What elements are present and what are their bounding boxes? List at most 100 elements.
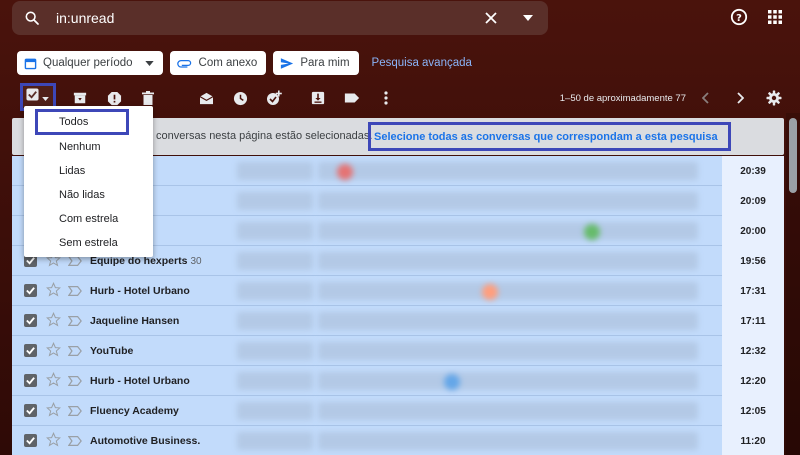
to-me-filter-chip[interactable]: Para mim bbox=[273, 51, 359, 75]
to-me-filter-label: Para mim bbox=[300, 57, 350, 69]
email-sender: Hurb - Hotel Urbano bbox=[90, 375, 190, 387]
important-marker-icon[interactable] bbox=[67, 314, 82, 332]
select-menu-item[interactable]: Não lidas bbox=[24, 183, 153, 207]
checkbox-checked-icon bbox=[26, 88, 39, 106]
thread-count: 30 bbox=[190, 256, 202, 267]
email-time: 20:00 bbox=[722, 216, 784, 246]
calendar-icon bbox=[24, 57, 37, 70]
clear-search-icon[interactable] bbox=[474, 1, 508, 35]
star-icon[interactable] bbox=[46, 401, 61, 422]
important-marker-icon[interactable] bbox=[67, 284, 82, 302]
blurred-subject bbox=[237, 312, 313, 330]
blurred-snippet bbox=[318, 372, 698, 390]
blurred-subject bbox=[237, 372, 313, 390]
search-options-icon[interactable] bbox=[508, 1, 548, 35]
chevron-right-icon[interactable] bbox=[726, 84, 754, 112]
blurred-subject bbox=[237, 282, 313, 300]
select-dropdown-arrow-icon[interactable] bbox=[42, 88, 49, 106]
blurred-avatar bbox=[482, 284, 498, 300]
email-time: 17:11 bbox=[722, 306, 784, 336]
important-marker-icon[interactable] bbox=[67, 434, 82, 452]
email-sender: Fluency Academy bbox=[90, 405, 179, 417]
select-menu-item[interactable]: Lidas bbox=[24, 159, 153, 183]
star-icon[interactable] bbox=[46, 371, 61, 392]
email-row[interactable]: Hurb - Hotel Urbano 12:20 bbox=[12, 366, 784, 396]
select-menu-item[interactable]: Com estrela bbox=[24, 207, 153, 231]
blurred-snippet bbox=[318, 192, 698, 210]
blurred-snippet bbox=[318, 342, 698, 360]
blurred-subject bbox=[237, 222, 313, 240]
svg-text:?: ? bbox=[736, 13, 742, 24]
attachment-filter-chip[interactable]: Com anexo bbox=[169, 51, 267, 75]
blurred-subject bbox=[237, 192, 313, 210]
blurred-snippet bbox=[318, 282, 698, 300]
period-filter-chip[interactable]: Qualquer período bbox=[17, 51, 163, 75]
blurred-snippet bbox=[318, 252, 698, 270]
email-sender: Automotive Business. bbox=[90, 435, 201, 447]
help-icon[interactable]: ? bbox=[728, 6, 750, 28]
add-to-tasks-icon[interactable] bbox=[257, 83, 291, 113]
label-icon[interactable] bbox=[335, 83, 369, 113]
search-bar[interactable]: in:unread bbox=[12, 1, 548, 35]
email-row[interactable]: Jaqueline Hansen 17:11 bbox=[12, 306, 784, 336]
email-time: 20:39 bbox=[722, 156, 784, 186]
blurred-subject bbox=[237, 342, 313, 360]
email-sender: YouTube bbox=[90, 345, 134, 357]
apps-grid-icon[interactable] bbox=[764, 6, 786, 28]
important-marker-icon[interactable] bbox=[67, 344, 82, 362]
important-marker-icon[interactable] bbox=[67, 374, 82, 392]
blurred-snippet bbox=[318, 312, 698, 330]
email-time: 12:05 bbox=[722, 396, 784, 426]
attachment-icon bbox=[176, 58, 193, 68]
email-sender: Hurb - Hotel Urbano bbox=[90, 285, 190, 297]
row-checkbox[interactable] bbox=[24, 344, 37, 357]
pagination-range: 1–50 de aproximadamente 77 bbox=[559, 92, 686, 104]
select-menu-item[interactable]: Todos bbox=[35, 109, 129, 135]
select-menu-item[interactable]: Sem estrela bbox=[24, 231, 153, 255]
selection-banner-text: conversas nesta página estão selecionada… bbox=[156, 130, 373, 142]
email-row[interactable]: Hurb - Hotel Urbano 17:31 bbox=[12, 276, 784, 306]
blurred-snippet bbox=[318, 402, 698, 420]
blurred-subject bbox=[237, 162, 313, 180]
blurred-avatar bbox=[337, 164, 353, 180]
select-menu-item[interactable]: Nenhum bbox=[24, 135, 153, 159]
period-filter-label: Qualquer período bbox=[43, 57, 133, 69]
email-row[interactable]: YouTube 12:32 bbox=[12, 336, 784, 366]
row-checkbox[interactable] bbox=[24, 314, 37, 327]
row-checkbox[interactable] bbox=[24, 284, 37, 297]
move-to-icon[interactable] bbox=[301, 83, 335, 113]
star-icon[interactable] bbox=[46, 311, 61, 332]
star-icon[interactable] bbox=[46, 341, 61, 362]
mark-as-read-icon[interactable] bbox=[189, 83, 223, 113]
email-row[interactable]: Fluency Academy 12:05 bbox=[12, 396, 784, 426]
email-time: 12:32 bbox=[722, 336, 784, 366]
row-checkbox[interactable] bbox=[24, 434, 37, 447]
email-time: 20:09 bbox=[722, 186, 784, 216]
select-all-matching-link[interactable]: Selecione todas as conversas que corresp… bbox=[368, 122, 731, 151]
scrollbar[interactable] bbox=[786, 113, 800, 455]
email-row[interactable]: Automotive Business. 11:20 bbox=[12, 426, 784, 455]
email-time: 19:56 bbox=[722, 246, 784, 276]
row-checkbox[interactable] bbox=[24, 374, 37, 387]
star-icon[interactable] bbox=[46, 281, 61, 302]
scrollbar-thumb[interactable] bbox=[789, 118, 797, 193]
blurred-subject bbox=[237, 432, 313, 450]
important-marker-icon[interactable] bbox=[67, 404, 82, 422]
settings-gear-icon[interactable] bbox=[760, 84, 788, 112]
email-time: 12:20 bbox=[722, 366, 784, 396]
attachment-filter-label: Com anexo bbox=[198, 57, 258, 69]
select-dropdown-menu: Todos Nenhum Lidas Não lidas Com estrela Sem … bbox=[24, 106, 153, 257]
star-icon[interactable] bbox=[46, 431, 61, 452]
blurred-avatar bbox=[584, 224, 600, 240]
snooze-clock-icon[interactable] bbox=[223, 83, 257, 113]
send-icon bbox=[280, 57, 294, 70]
row-checkbox[interactable] bbox=[24, 404, 37, 417]
email-time: 17:31 bbox=[722, 276, 784, 306]
chevron-left-icon[interactable] bbox=[692, 84, 720, 112]
more-options-icon[interactable] bbox=[369, 83, 403, 113]
search-icon[interactable] bbox=[12, 1, 52, 35]
blurred-snippet bbox=[318, 162, 698, 180]
email-time: 11:20 bbox=[722, 426, 784, 455]
search-input[interactable]: in:unread bbox=[52, 10, 474, 26]
advanced-search-link[interactable]: Pesquisa avançada bbox=[372, 57, 472, 69]
